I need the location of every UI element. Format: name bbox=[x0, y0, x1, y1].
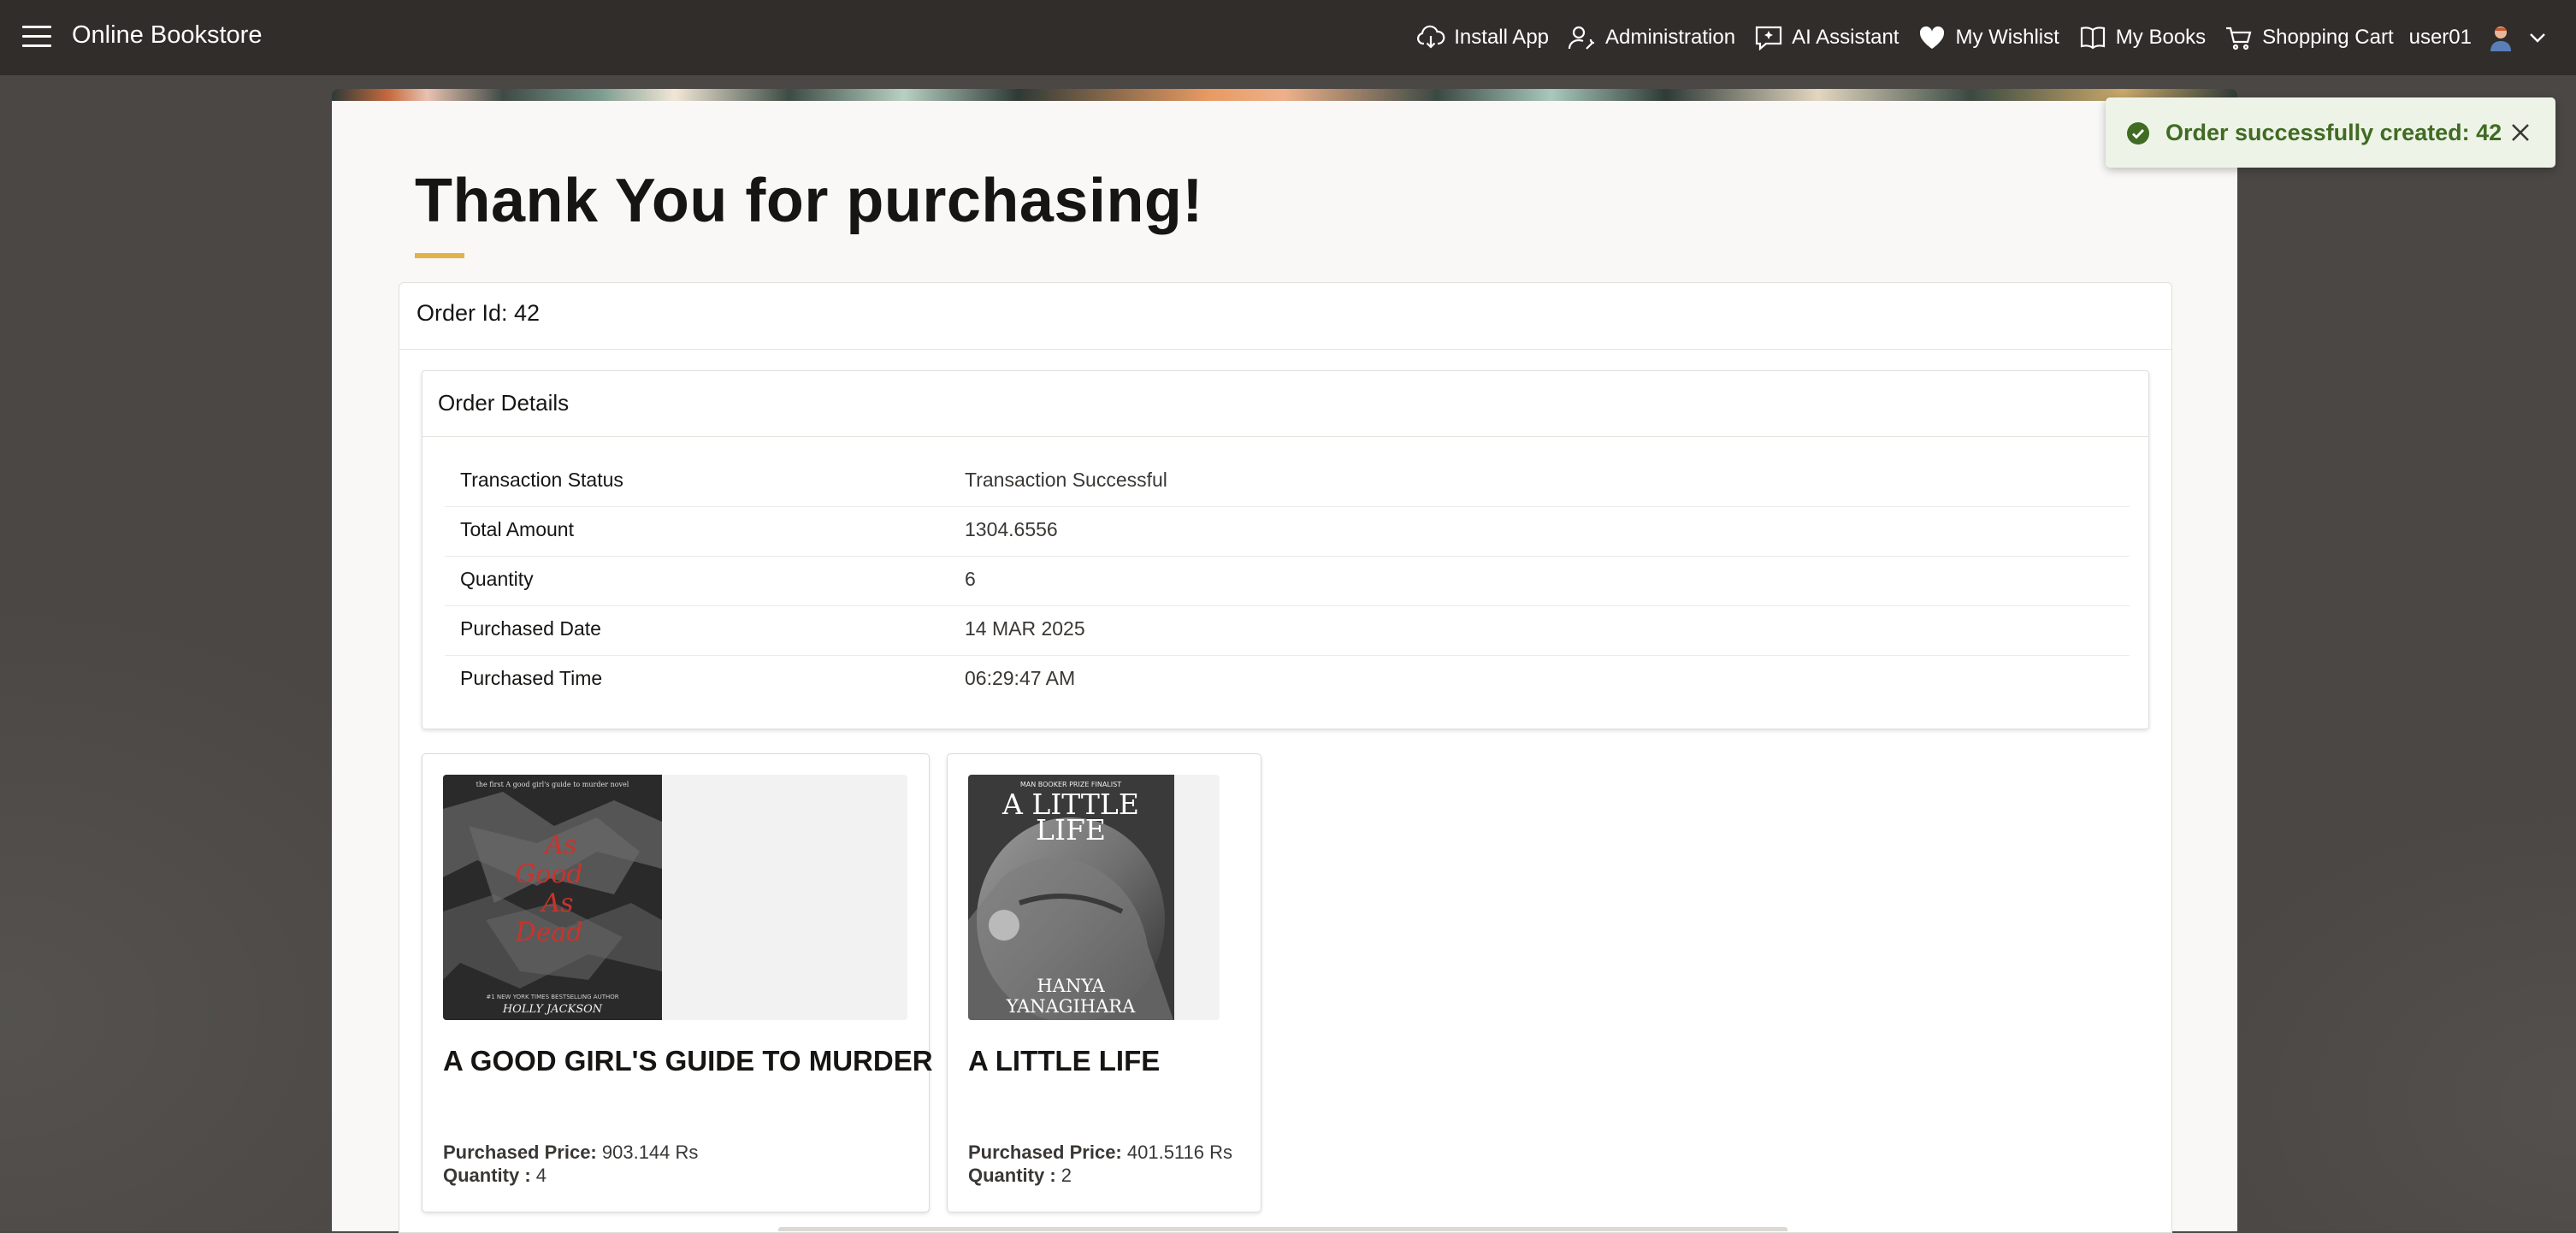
price-label: Purchased Price: bbox=[443, 1142, 597, 1163]
order-details-title: Order Details bbox=[438, 390, 570, 416]
cart-icon bbox=[2226, 27, 2252, 50]
nav-label: My Wishlist bbox=[1955, 26, 2059, 49]
book-cover-image[interactable]: the first A good girl's guide to murder … bbox=[443, 775, 662, 1020]
nav-label: AI Assistant bbox=[1792, 26, 1900, 49]
nav-install-app[interactable]: Install App bbox=[1416, 25, 1549, 50]
page-title: Thank You for purchasing! bbox=[415, 167, 1203, 235]
user-wrench-icon bbox=[1568, 26, 1595, 50]
nav-my-books[interactable]: My Books bbox=[2078, 25, 2206, 50]
cover-text: YANAGIHARA bbox=[1006, 996, 1136, 1017]
order-id: Order Id: 42 bbox=[417, 300, 541, 326]
title-underline bbox=[415, 253, 464, 258]
detail-row-total-amount: Total Amount 1304.6556 bbox=[445, 506, 2130, 557]
detail-row-transaction-status: Transaction Status Transaction Successfu… bbox=[445, 457, 2130, 507]
nav-administration[interactable]: Administration bbox=[1568, 25, 1735, 50]
detail-label: Purchased Date bbox=[460, 617, 601, 640]
quantity-label: Quantity : bbox=[968, 1165, 1056, 1186]
heart-icon bbox=[1920, 26, 1945, 49]
order-details-region: Order Details Transaction Status Transac… bbox=[422, 370, 2149, 729]
price-label: Purchased Price: bbox=[968, 1142, 1122, 1163]
success-toast: Order successfully created: 42 bbox=[2106, 97, 2555, 168]
detail-value: 14 MAR 2025 bbox=[965, 617, 1085, 640]
decorative-banner bbox=[332, 89, 2237, 101]
quantity-label: Quantity : bbox=[443, 1165, 531, 1186]
cover-author: HOLLY JACKSON bbox=[502, 1003, 603, 1016]
detail-label: Quantity bbox=[460, 568, 534, 590]
cloud-download-icon bbox=[1417, 25, 1445, 49]
cover-text: LIFE bbox=[1036, 813, 1106, 847]
nav-label: Shopping Cart bbox=[2262, 26, 2394, 49]
cover-text: Dead bbox=[515, 917, 583, 947]
detail-value: 1304.6556 bbox=[965, 518, 1058, 540]
scroll-indicator bbox=[778, 1227, 1787, 1231]
header-nav: Install App Administration AI Assistant … bbox=[1397, 0, 2547, 75]
purchased-price: 903.144 Rs bbox=[601, 1142, 699, 1163]
detail-row-purchased-date: Purchased Date 14 MAR 2025 bbox=[445, 605, 2130, 656]
book-title[interactable]: A LITTLE LIFE bbox=[968, 1045, 1160, 1077]
detail-row-purchased-time: Purchased Time 06:29:47 AM bbox=[445, 655, 2130, 705]
book-meta: Purchased Price: 401.5116 Rs Quantity : … bbox=[968, 1141, 1232, 1187]
book-cover-frame: the first A good girl's guide to murder … bbox=[443, 775, 907, 1020]
svg-text:the first A good girl's guide: the first A good girl's guide to murder … bbox=[476, 781, 629, 788]
cover-text: As bbox=[539, 888, 573, 918]
book-meta: Purchased Price: 903.144 Rs Quantity : 4 bbox=[443, 1141, 698, 1187]
book-cover-frame: MAN BOOKER PRIZE FINALIST A LITTLE LIFE … bbox=[968, 775, 1220, 1020]
purchased-quantity: 2 bbox=[1061, 1165, 1072, 1186]
cover-text: Good bbox=[515, 859, 582, 889]
top-header: Online Bookstore Install App Administrat… bbox=[0, 0, 2576, 75]
avatar-icon[interactable] bbox=[2485, 22, 2516, 53]
detail-value: 6 bbox=[965, 568, 976, 590]
book-card[interactable]: the first A good girl's guide to murder … bbox=[422, 753, 933, 1212]
user-name[interactable]: user01 bbox=[2409, 26, 2472, 50]
toast-message: Order successfully created: 42 bbox=[2165, 120, 2502, 145]
detail-value: 06:29:47 AM bbox=[965, 667, 1076, 689]
purchased-quantity: 4 bbox=[535, 1165, 547, 1186]
detail-label: Purchased Time bbox=[460, 667, 603, 689]
main-panel: Thank You for purchasing! Order Id: 42 O… bbox=[332, 101, 2237, 1233]
divider bbox=[422, 436, 2148, 437]
cover-text: As bbox=[542, 830, 576, 860]
detail-label: Transaction Status bbox=[460, 469, 623, 491]
chevron-down-icon[interactable] bbox=[2528, 32, 2547, 44]
svg-text:#1 NEW YORK TIMES BESTSELLING: #1 NEW YORK TIMES BESTSELLING AUTHOR bbox=[486, 994, 618, 1000]
order-card: Order Id: 42 Order Details Transaction S… bbox=[399, 282, 2172, 1233]
purchased-price: 401.5116 Rs bbox=[1126, 1142, 1233, 1163]
detail-label: Total Amount bbox=[460, 518, 574, 540]
nav-my-wishlist[interactable]: My Wishlist bbox=[1917, 25, 2059, 50]
nav-ai-assistant[interactable]: AI Assistant bbox=[1754, 25, 1899, 50]
chat-sparkle-icon bbox=[1755, 26, 1782, 50]
book-card[interactable]: MAN BOOKER PRIZE FINALIST A LITTLE LIFE … bbox=[947, 753, 1261, 1212]
hamburger-menu-icon[interactable] bbox=[22, 26, 51, 48]
book-title[interactable]: A GOOD GIRL'S GUIDE TO MURDER bbox=[443, 1045, 933, 1077]
book-cover-image[interactable]: MAN BOOKER PRIZE FINALIST A LITTLE LIFE … bbox=[968, 775, 1174, 1020]
cover-text: HANYA bbox=[1037, 976, 1105, 996]
nav-label: My Books bbox=[2115, 26, 2207, 49]
detail-row-quantity: Quantity 6 bbox=[445, 556, 2130, 606]
close-icon[interactable] bbox=[2509, 121, 2532, 144]
detail-value: Transaction Successful bbox=[965, 469, 1167, 491]
nav-label: Administration bbox=[1605, 26, 1736, 49]
nav-shopping-cart[interactable]: Shopping Cart bbox=[2224, 25, 2394, 50]
book-open-icon bbox=[2080, 27, 2105, 50]
check-circle-icon bbox=[2127, 122, 2149, 145]
nav-label: Install App bbox=[1454, 26, 1550, 49]
app-title[interactable]: Online Bookstore bbox=[72, 21, 262, 50]
divider bbox=[399, 349, 2171, 350]
